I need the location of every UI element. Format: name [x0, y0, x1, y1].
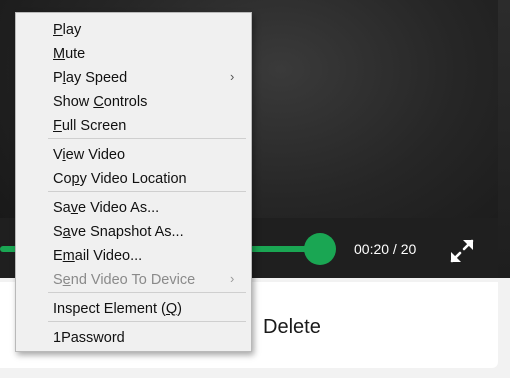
time-display: 00:20 / 20 [354, 241, 417, 257]
menu-item-save-video-as[interactable]: Save Video As... [16, 196, 251, 220]
menu-item-save-snapshot-as[interactable]: Save Snapshot As... [16, 220, 251, 244]
delete-button[interactable]: Delete [263, 316, 321, 339]
menu-item-label: Save Video As... [53, 200, 160, 216]
menu-item-label: Send Video To Device [53, 272, 196, 288]
menu-item-label: Mute [53, 46, 86, 62]
menu-item-label: Email Video... [53, 248, 143, 264]
menu-item-label: Play [53, 22, 82, 38]
menu-item-1password[interactable]: 1Password [16, 326, 251, 350]
menu-item-play-speed[interactable]: Play Speed › [16, 66, 251, 90]
menu-item-label: Copy Video Location [53, 171, 187, 187]
menu-item-label: Save Snapshot As... [53, 224, 184, 240]
menu-item-label: Show Controls [53, 94, 148, 110]
menu-item-label: Inspect Element (Q) [53, 301, 182, 317]
fullscreen-button[interactable] [448, 237, 476, 265]
menu-item-show-controls[interactable]: Show Controls [16, 90, 251, 114]
menu-item-play[interactable]: Play [16, 18, 251, 42]
progress-handle[interactable] [304, 233, 336, 265]
menu-item-inspect-element[interactable]: Inspect Element (Q) [16, 297, 251, 321]
menu-separator [48, 321, 246, 322]
fullscreen-expand-icon [450, 239, 474, 263]
menu-item-email-video[interactable]: Email Video... [16, 244, 251, 268]
menu-item-full-screen[interactable]: Full Screen [16, 114, 251, 138]
chevron-right-icon: › [230, 271, 235, 286]
menu-item-copy-video-location[interactable]: Copy Video Location [16, 167, 251, 191]
menu-item-view-video[interactable]: View Video [16, 143, 251, 167]
context-menu: Play Mute Play Speed › Show Controls Ful… [15, 12, 252, 352]
menu-separator [48, 292, 246, 293]
menu-separator [48, 138, 246, 139]
menu-item-label: Full Screen [53, 118, 127, 134]
chevron-right-icon: › [230, 69, 235, 84]
menu-separator [48, 191, 246, 192]
menu-item-label: 1Password [53, 330, 125, 346]
menu-item-label: View Video [53, 147, 126, 163]
menu-item-send-video-to-device: Send Video To Device › [16, 268, 251, 292]
menu-item-label: Play Speed [53, 70, 128, 86]
page-scroll-edge [498, 0, 510, 278]
menu-item-mute[interactable]: Mute [16, 42, 251, 66]
